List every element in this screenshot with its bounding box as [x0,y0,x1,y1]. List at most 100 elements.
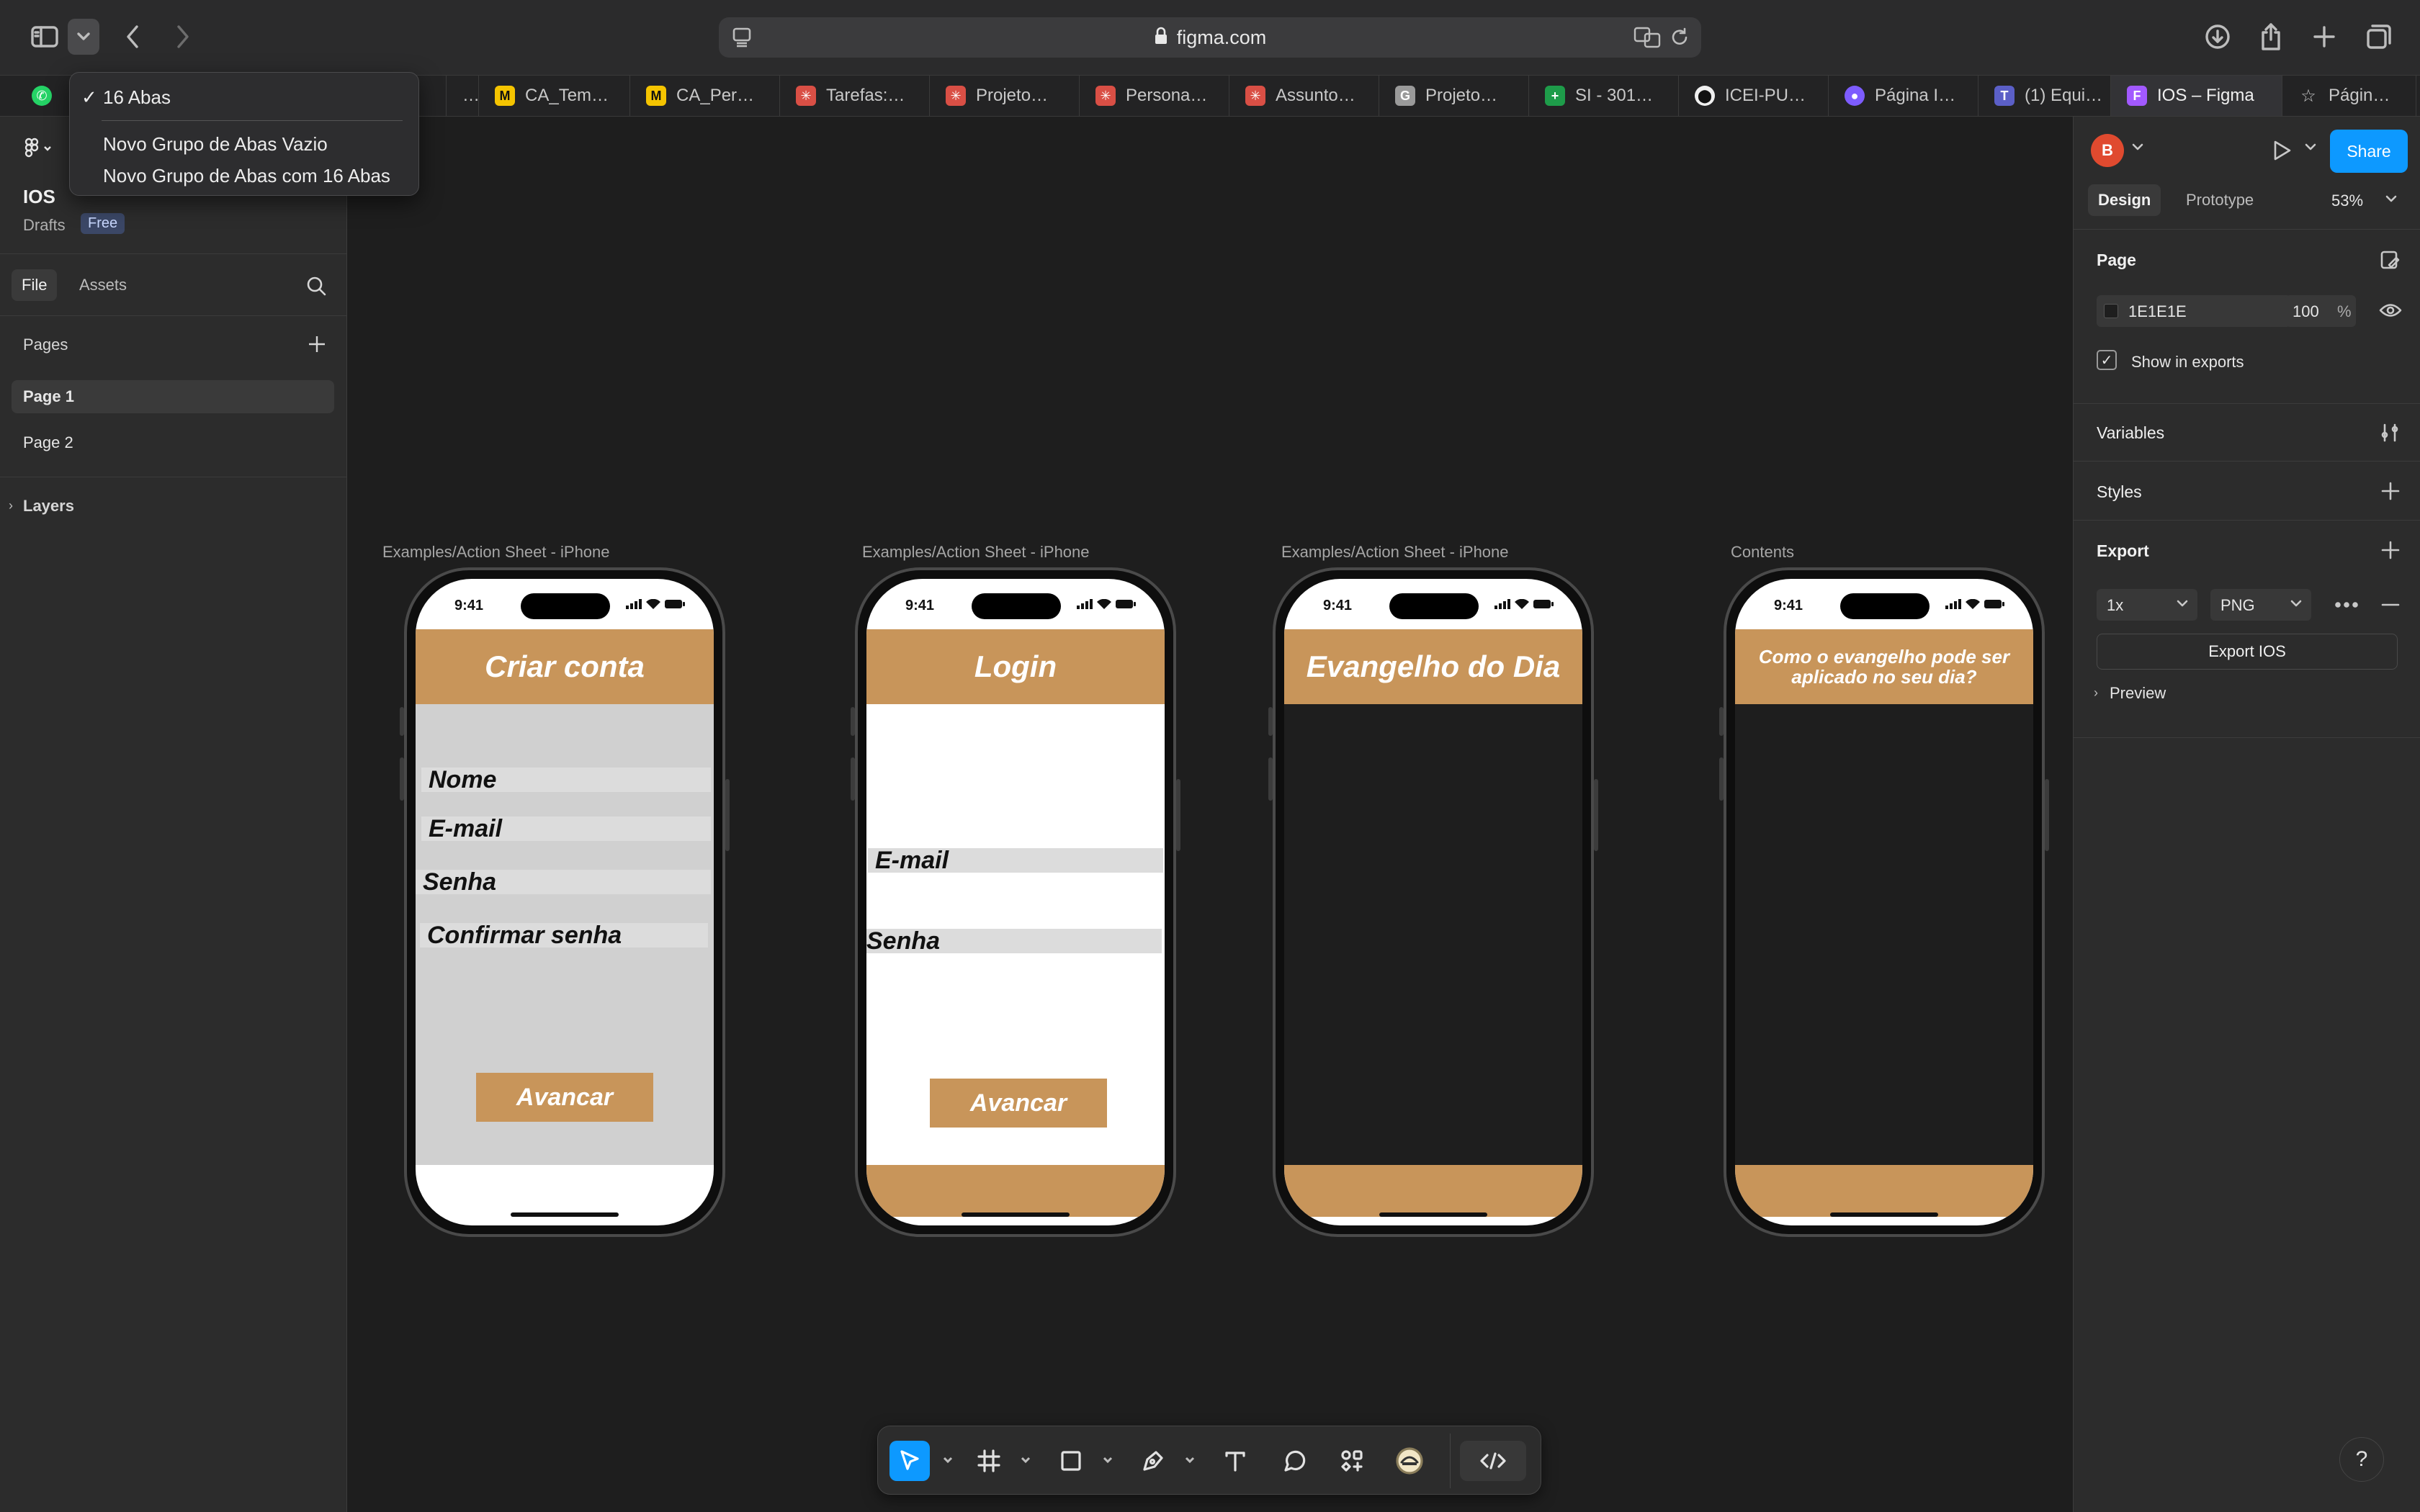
chevron-down-icon[interactable] [1019,1454,1032,1467]
add-export-icon[interactable] [2380,540,2401,564]
tab-5[interactable]: ✳ Persona… [1080,76,1229,116]
tab-4[interactable]: ✳ Projeto… [930,76,1080,116]
forward-icon[interactable] [169,19,197,55]
help-button[interactable]: ? [2339,1437,2384,1482]
page-color-hex[interactable]: 1E1E1E [2128,302,2187,321]
frame-label[interactable]: Examples/Action Sheet - iPhone [862,543,1090,562]
preview-toggle[interactable]: Preview [2110,684,2166,703]
text-tool-icon[interactable] [1215,1441,1255,1481]
page-color-input[interactable]: 1E1E1E [2097,295,2291,327]
page-item-2[interactable]: Page 2 [12,426,334,459]
menu-item-current-group[interactable]: ✓ 16 Abas [70,81,418,113]
variables-icon[interactable] [2379,422,2401,447]
chevron-down-icon[interactable] [941,1454,954,1467]
phone-frame-contents[interactable]: 9:41 Como o evangelho pode ser aplicado … [1719,567,2049,1237]
sidebar-toggle-icon[interactable] [26,19,63,55]
chevron-right-icon[interactable]: › [2094,685,2098,701]
tab-prototype[interactable]: Prototype [2179,184,2261,216]
search-icon[interactable] [305,275,327,300]
move-tool-icon[interactable] [889,1441,930,1481]
tab-6[interactable]: ✳ Assunto… [1229,76,1379,116]
tab-12-active[interactable]: F IOS – Figma [2111,76,2282,116]
frame-tool-icon[interactable] [969,1441,1009,1481]
chevron-down-icon[interactable] [2131,143,2144,156]
figma-main-menu-icon[interactable] [23,137,55,165]
chevron-down-icon[interactable] [2385,194,2398,208]
tab-10[interactable]: ● Página I… [1829,76,1978,116]
tab-13[interactable]: ☆ Págin… [2282,76,2416,116]
tab-design[interactable]: Design [2088,184,2161,216]
reload-icon[interactable] [1670,27,1690,51]
back-icon[interactable] [118,19,147,55]
more-options-icon[interactable] [2334,595,2359,618]
plugin-avatar-icon[interactable] [1389,1441,1430,1481]
phone-frame-criar-conta[interactable]: 9:41 Criar conta Nome E-mail Senha Confi… [400,567,730,1237]
share-button[interactable]: Share [2330,130,2408,173]
advance-button[interactable]: Avancar [476,1073,653,1122]
frame-label[interactable]: Contents [1731,543,1794,562]
chevron-down-icon[interactable] [2304,143,2317,156]
avatar[interactable]: B [2091,134,2124,167]
opacity-value[interactable]: 100 [2293,302,2319,321]
tab-whatsapp[interactable]: ✆ [0,76,72,116]
design-canvas[interactable]: Examples/Action Sheet - iPhone 9:41 Cria… [348,117,2073,1512]
advance-button[interactable]: Avancar [930,1079,1107,1128]
tab-overview-icon[interactable] [2361,19,2397,55]
pen-tool-icon[interactable] [1133,1441,1173,1481]
rectangle-tool-icon[interactable] [1051,1441,1091,1481]
layers-heading[interactable]: Layers [23,497,74,516]
tab-8[interactable]: + SI - 301… [1529,76,1679,116]
chevron-down-icon[interactable] [1183,1454,1196,1467]
tab-0[interactable]: … [447,76,479,116]
frame-label[interactable]: Examples/Action Sheet - iPhone [382,543,610,562]
page-settings-icon[interactable] [2379,249,2401,274]
add-page-icon[interactable] [307,334,327,358]
zoom-level[interactable]: 53% [2331,192,2363,210]
page-item-1[interactable]: Page 1 [12,380,334,413]
reader-icon[interactable] [730,26,753,53]
tab-3[interactable]: ✳ Tarefas:… [780,76,930,116]
page-opacity-input[interactable]: 100 % [2285,295,2356,327]
share-icon[interactable] [2253,19,2289,55]
frame-label[interactable]: Examples/Action Sheet - iPhone [1281,543,1509,562]
dev-mode-toggle-icon[interactable] [1460,1441,1526,1481]
address-bar[interactable]: figma.com [719,17,1701,58]
password-field[interactable]: Senha [416,870,711,894]
name-field[interactable]: Nome [421,768,711,792]
email-field[interactable]: E-mail [868,848,1163,873]
show-in-exports-checkbox[interactable]: ✓ [2097,350,2117,370]
export-button[interactable]: Export IOS [2097,634,2398,670]
drafts-label[interactable]: Drafts [23,216,66,235]
add-style-icon[interactable] [2380,481,2401,505]
email-field[interactable]: E-mail [421,816,711,841]
translate-icon[interactable] [1634,26,1661,53]
dynamic-island [1840,593,1930,619]
tab-7[interactable]: G Projeto… [1379,76,1529,116]
tab-2[interactable]: M CA_Per… [630,76,780,116]
password-field[interactable]: Senha [866,929,1162,953]
chevron-right-icon[interactable]: › [9,498,13,513]
color-swatch[interactable] [2104,304,2118,318]
present-play-icon[interactable] [2269,138,2294,166]
tab-group-chevron-icon[interactable] [68,19,99,55]
phone-frame-evangelho[interactable]: 9:41 Evangelho do Dia [1268,567,1598,1237]
tab-1[interactable]: M CA_Tem… [479,76,630,116]
tab-11[interactable]: T (1) Equi… [1978,76,2111,116]
tab-file[interactable]: File [12,269,58,301]
remove-export-icon[interactable] [2380,595,2401,618]
confirm-password-field[interactable]: Confirmar senha [420,923,708,948]
file-title[interactable]: IOS [23,186,55,208]
new-tab-icon[interactable] [2306,19,2342,55]
tab-assets[interactable]: Assets [69,269,137,301]
downloads-icon[interactable] [2200,19,2236,55]
comment-tool-icon[interactable] [1274,1441,1314,1481]
tab-9[interactable]: ⬤ ICEI-PU… [1679,76,1829,116]
phone-frame-login[interactable]: 9:41 Login E-mail Senha Avancar [851,567,1180,1237]
chevron-down-icon[interactable] [1101,1454,1114,1467]
menu-item-new-empty-group[interactable]: Novo Grupo de Abas Vazio [70,128,418,160]
eye-icon[interactable] [2379,301,2402,323]
menu-item-new-group-with-tabs[interactable]: Novo Grupo de Abas com 16 Abas [70,160,418,192]
export-scale-select[interactable]: 1x [2097,589,2197,621]
export-format-select[interactable]: PNG [2210,589,2311,621]
components-tool-icon[interactable] [1332,1441,1372,1481]
